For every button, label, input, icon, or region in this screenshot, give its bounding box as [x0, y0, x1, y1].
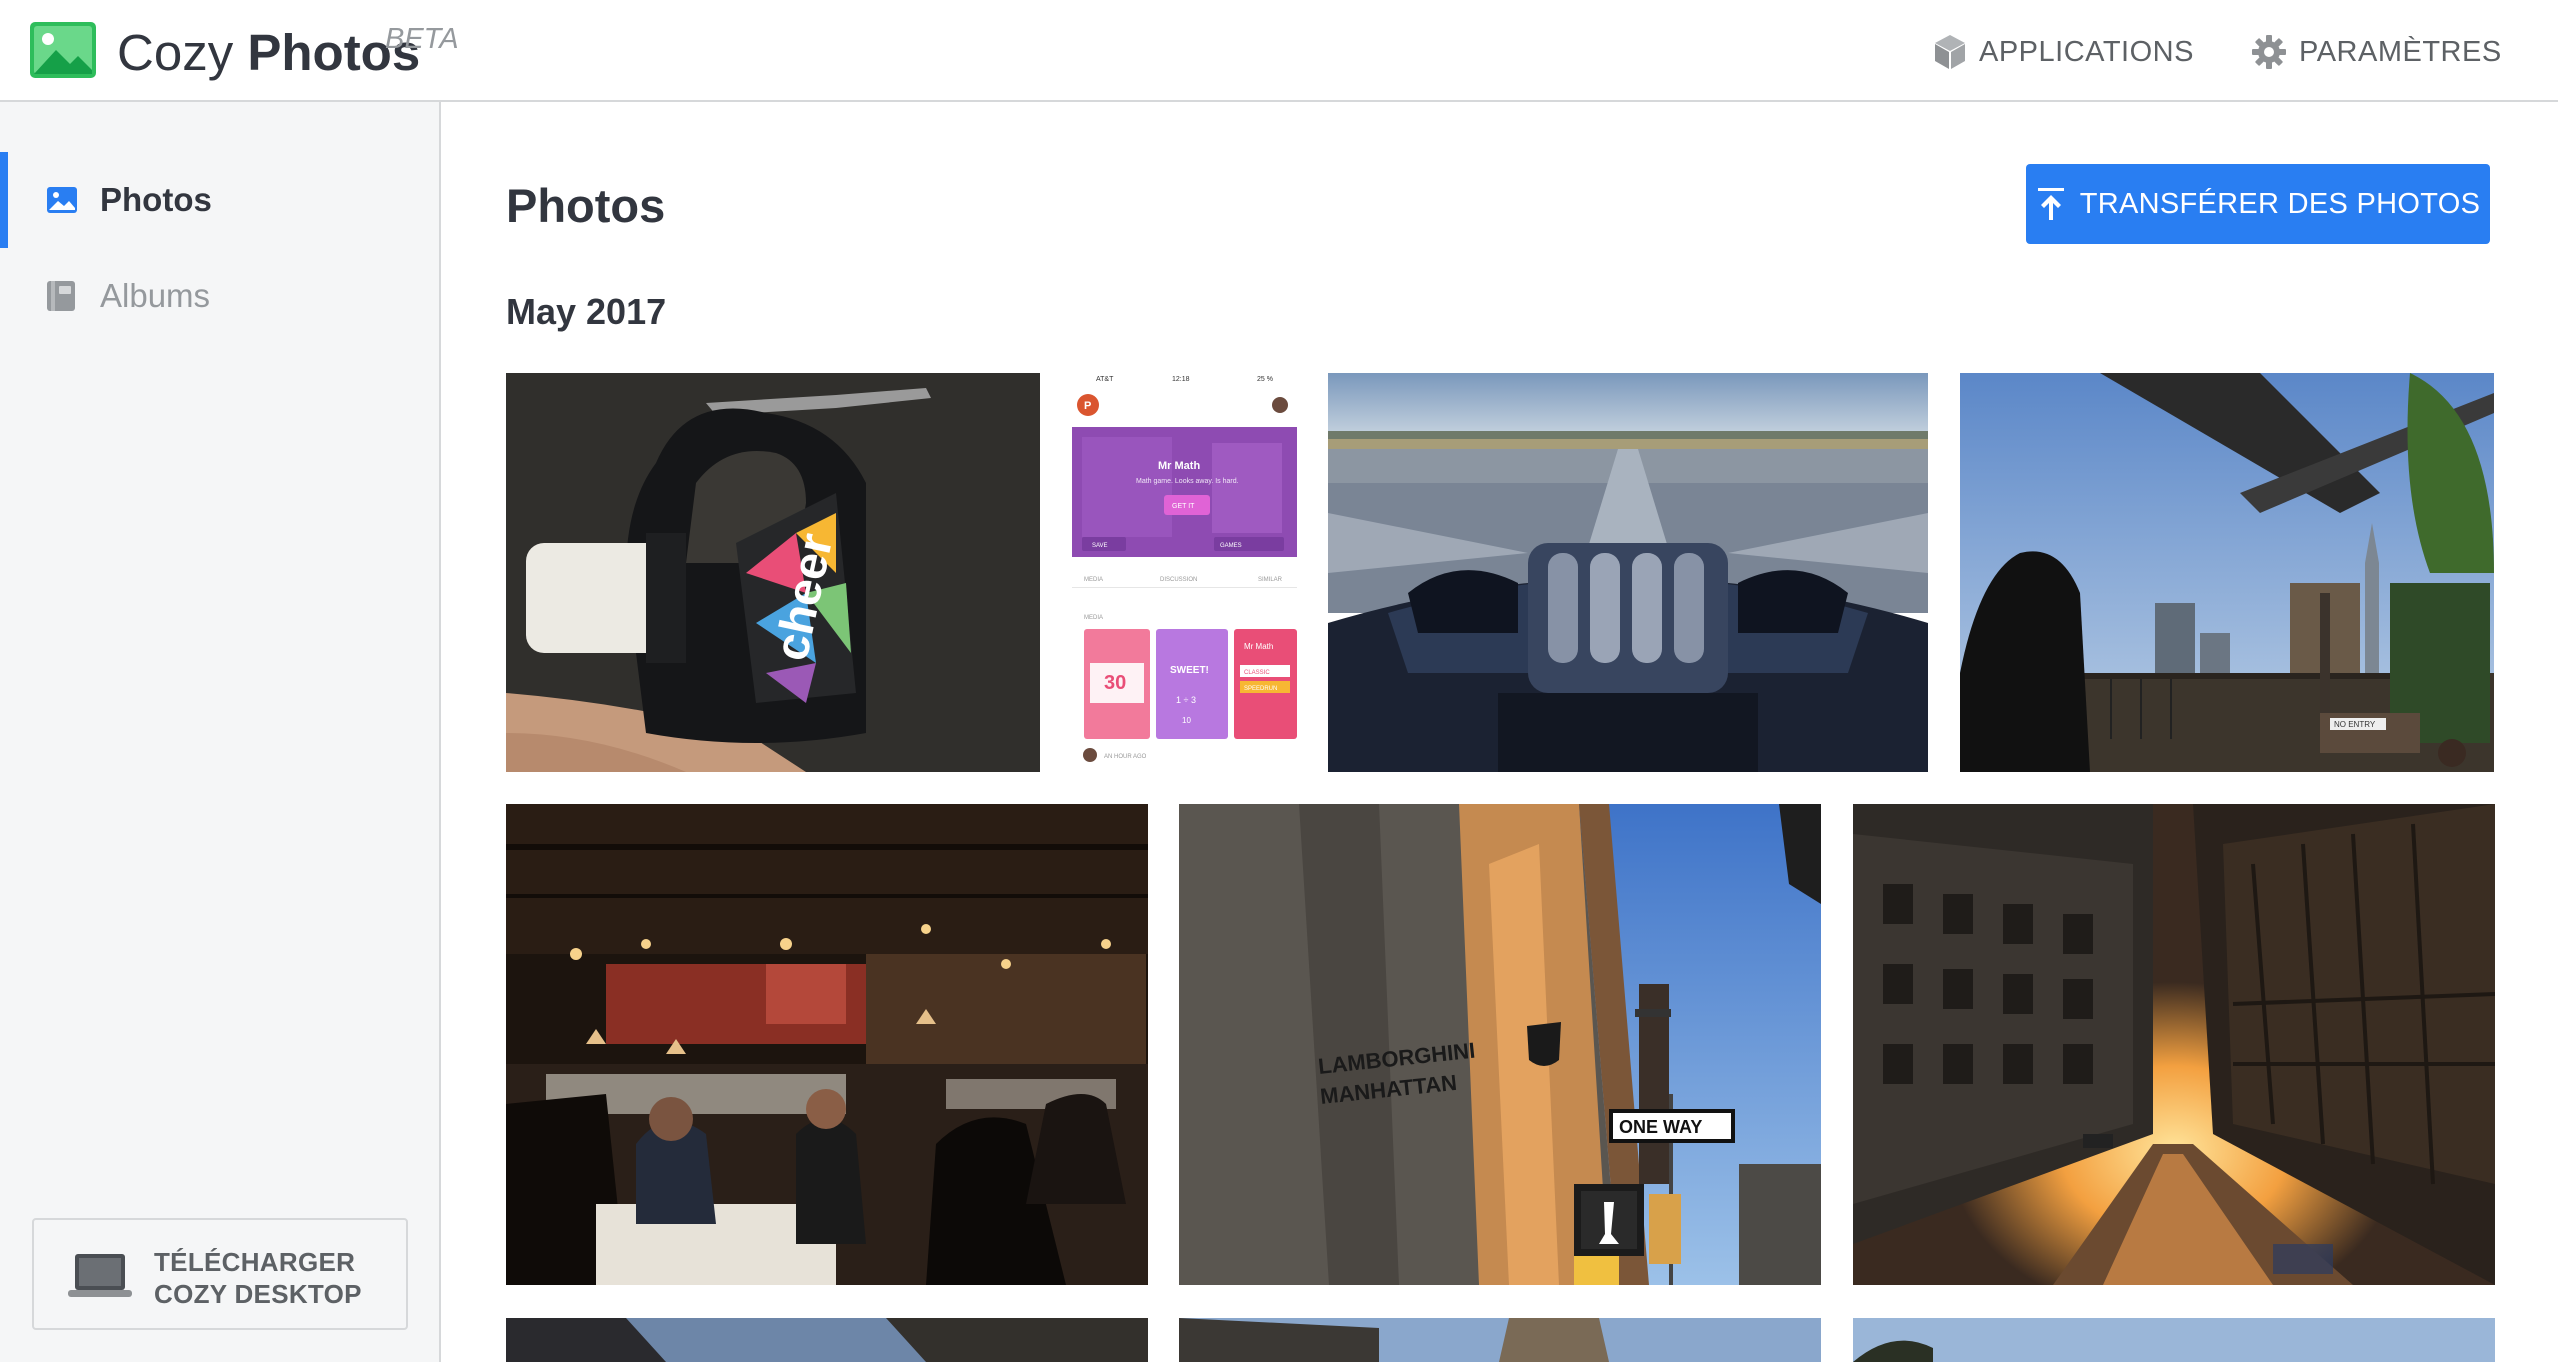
photo-row3-3-image [1853, 1318, 2495, 1362]
photo-thumbnail-app-screenshot[interactable]: AT&T 12:18 25 % P Mr Math Math game. Loo… [1072, 373, 1297, 772]
photo-thumbnail-building[interactable]: LAMBORGHINI MANHATTAN ONE WAY [1179, 804, 1821, 1285]
top-bar: Cozy Photos BETA APPLICATIONS PARAMÈTRES [0, 0, 2558, 102]
upload-icon [2037, 188, 2064, 220]
photo-thumbnail-restaurant[interactable] [506, 804, 1148, 1285]
card-number-text: 30 [1104, 672, 1126, 694]
photos-app-logo-icon [30, 22, 96, 78]
svg-text:P: P [1084, 400, 1091, 412]
media-section-text: MEDIA [1084, 615, 1103, 621]
tab-similar-text: SIMILAR [1258, 577, 1283, 583]
no-entry-sign-text: NO ENTRY [2334, 720, 2376, 729]
tab-discussion-text: DISCUSSION [1160, 577, 1197, 583]
tab-media-text: MEDIA [1084, 577, 1103, 583]
status-time: 12:18 [1172, 376, 1190, 383]
card-sweet-text: SWEET! [1170, 665, 1209, 676]
beta-badge: BETA [385, 23, 459, 55]
photo-row3-1-image [506, 1318, 1148, 1362]
one-way-sign-text: ONE WAY [1619, 1117, 1702, 1137]
laptop-icon [68, 1254, 132, 1297]
footer-time-text: AN HOUR AGO [1104, 754, 1147, 760]
settings-button[interactable]: PARAMÈTRES [2251, 30, 2502, 74]
status-carrier: AT&T [1096, 376, 1114, 383]
card-answer-text: 10 [1182, 716, 1191, 725]
photo-app-screenshot-image: AT&T 12:18 25 % P Mr Math Math game. Loo… [1072, 373, 1297, 772]
album-icon [47, 281, 75, 311]
photo-thumbnail-detergent[interactable]: cheer [506, 373, 1040, 772]
status-battery: 25 % [1257, 376, 1273, 383]
app-brand[interactable]: Cozy Photos [117, 18, 420, 88]
photo-rooftop-image: NO ENTRY [1960, 373, 2494, 772]
photo-thumbnail-row3-3[interactable] [1853, 1318, 2495, 1362]
photo-thumbnail-row3-2[interactable] [1179, 1318, 1821, 1362]
sidebar-item-photos[interactable]: Photos [0, 152, 439, 248]
active-indicator [0, 152, 8, 248]
photo-thumbnail-row3-1[interactable] [506, 1318, 1148, 1362]
download-label-line1: TÉLÉCHARGER [154, 1247, 356, 1277]
photo-thumbnail-runway[interactable] [1328, 373, 1928, 772]
sidebar: Photos Albums TÉLÉCHARGER COZY DESKTOP [0, 102, 441, 1362]
gear-icon [2252, 35, 2286, 69]
card-math-text: 1 ÷ 3 [1176, 695, 1196, 705]
photo-runway-image [1328, 373, 1928, 772]
download-label: TÉLÉCHARGER COZY DESKTOP [154, 1246, 362, 1310]
sidebar-item-label: Albums [100, 277, 211, 314]
photo-thumbnail-street-sunset[interactable] [1853, 804, 2495, 1285]
section-title-month: May 2017 [506, 291, 667, 332]
photo-restaurant-image [506, 804, 1148, 1285]
sidebar-item-label: Photos [100, 181, 212, 218]
games-tag-text: GAMES [1220, 543, 1242, 549]
photo-street-image [1853, 804, 2495, 1285]
get-button-text: GET IT [1172, 503, 1195, 510]
photo-detergent-image: cheer [506, 373, 1040, 772]
settings-label: PARAMÈTRES [2299, 35, 2502, 68]
app-tagline-text: Math game. Looks away. Is hard. [1136, 478, 1239, 485]
download-desktop-button[interactable]: TÉLÉCHARGER COZY DESKTOP [32, 1218, 408, 1330]
photo-row3-2-image [1179, 1318, 1821, 1362]
card-speedrun-text: SPEEDRUN [1244, 686, 1277, 692]
image-icon [47, 187, 77, 213]
save-button-text: SAVE [1092, 543, 1108, 549]
photo-thumbnail-rooftop[interactable]: NO ENTRY [1960, 373, 2494, 772]
photo-building-image: LAMBORGHINI MANHATTAN ONE WAY [1179, 804, 1821, 1285]
brand-name-light: Cozy [117, 24, 248, 81]
card-right-title-text: Mr Math [1244, 642, 1273, 651]
upload-photos-button[interactable]: TRANSFÉRER DES PHOTOS [2026, 164, 2490, 244]
sidebar-item-albums[interactable]: Albums [0, 248, 439, 344]
upload-label: TRANSFÉRER DES PHOTOS [2079, 187, 2481, 220]
download-label-line2: COZY DESKTOP [154, 1279, 362, 1309]
card-classic-text: CLASSIC [1244, 670, 1270, 676]
applications-label: APPLICATIONS [1979, 35, 2194, 68]
cube-icon [1935, 35, 1965, 69]
applications-button[interactable]: APPLICATIONS [1933, 30, 2194, 74]
app-name-text: Mr Math [1158, 460, 1200, 472]
page-title: Photos [506, 179, 666, 232]
